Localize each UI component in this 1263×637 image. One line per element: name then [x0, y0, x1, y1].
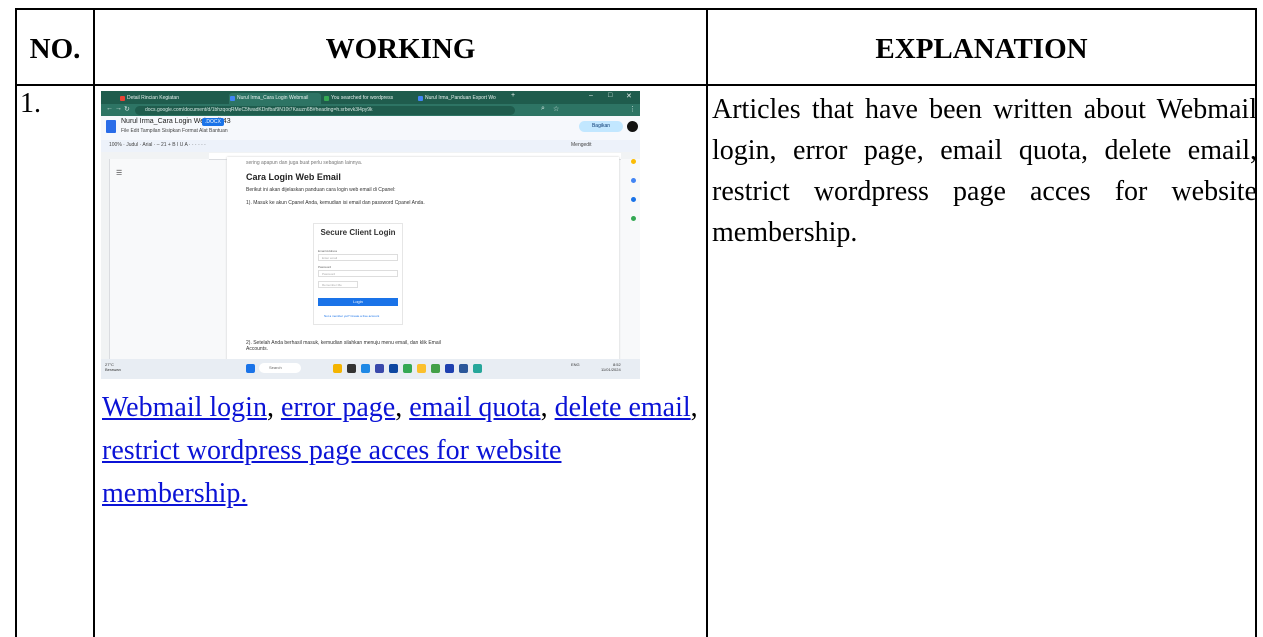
login-card-title: Secure Client Login: [320, 228, 396, 237]
weather-widget[interactable]: 27°C Berawan: [105, 362, 121, 372]
remember-me-checkbox: Remember Me: [318, 281, 358, 288]
star-icon[interactable]: ☆: [553, 105, 559, 113]
doc-paragraph: 2). Setelah Anda berhasil masuk, kemudia…: [246, 340, 441, 352]
link-delete-email[interactable]: delete email: [555, 392, 691, 423]
topic-links: Webmail login, error page, email quota, …: [102, 386, 702, 515]
keep-icon[interactable]: [630, 159, 636, 164]
close-icon[interactable]: ✕: [626, 92, 632, 100]
vertical-ruler: [101, 159, 110, 359]
windows-start-icon[interactable]: [246, 364, 255, 373]
url-field[interactable]: docs.google.com/document/d/1bhzqoqRMeC5f…: [135, 106, 515, 115]
table-header-divider: [15, 84, 1257, 86]
minimize-icon[interactable]: –: [589, 92, 593, 99]
header-no: NO.: [29, 33, 81, 65]
login-password-label: Password: [318, 265, 332, 269]
avatar[interactable]: [627, 121, 638, 132]
embedded-screenshot: Detail Rincian Kegiatan Nurul Irma_Cara …: [101, 91, 640, 379]
link-separator: ,: [540, 392, 555, 423]
link-restrict-wordpress[interactable]: restrict wordpress page acces for websit…: [102, 435, 561, 509]
explanation-text: Articles that have been written about We…: [712, 94, 1257, 248]
windows-taskbar: [101, 359, 640, 379]
chrome-icon[interactable]: [473, 364, 482, 373]
doc-heading: Cara Login Web Email: [246, 172, 341, 182]
tasks-icon[interactable]: [630, 178, 636, 183]
browser-tab[interactable]: You searched for wordpress: [323, 93, 415, 104]
app-icon[interactable]: [445, 364, 454, 373]
link-email-quota[interactable]: email quota: [409, 392, 540, 423]
create-account-link: Not a member yet? Create a free account: [324, 314, 380, 318]
doc-paragraph: Berikut ini akan dijelaskan panduan cara…: [246, 187, 396, 193]
app-icon[interactable]: [375, 364, 384, 373]
link-separator: ,: [266, 392, 281, 423]
tab-favicon-icon: [230, 96, 235, 101]
docs-menu-bar[interactable]: File Edit Tampilan Sisipkan Format Alat …: [121, 128, 228, 134]
clock-date: 11/01/2024: [601, 367, 621, 372]
docx-badge: .DOCX: [202, 118, 224, 126]
outline-icon[interactable]: ☰: [116, 169, 122, 177]
menu-icon[interactable]: ⋮: [629, 105, 636, 113]
link-error-page[interactable]: error page: [281, 392, 395, 423]
reload-icon[interactable]: ↻: [124, 105, 130, 113]
tab-label: You searched for wordpress: [331, 95, 394, 101]
browser-tab[interactable]: Nurul Irma_Panduan Export Wo: [417, 93, 509, 104]
taskview-icon[interactable]: [347, 364, 356, 373]
language-indicator[interactable]: ENG: [571, 362, 580, 367]
taskbar-clock[interactable]: 8:52 11/01/2024: [601, 362, 621, 372]
new-tab-icon[interactable]: +: [511, 92, 515, 99]
table-border-col1: [93, 8, 95, 637]
tab-label: Nurul Irma_Cara Login Webmail: [237, 95, 309, 101]
chrome-icon[interactable]: [403, 364, 412, 373]
back-icon[interactable]: ←: [106, 105, 113, 112]
contacts-icon[interactable]: [630, 197, 636, 202]
maps-icon[interactable]: [630, 216, 636, 221]
login-button: Login: [318, 298, 398, 306]
table-border-top: [15, 8, 1257, 10]
row-number: 1.: [20, 88, 41, 119]
table-border-left: [15, 8, 17, 637]
browser-tab[interactable]: Detail Rincian Kegiatan: [119, 93, 227, 104]
tab-label: Detail Rincian Kegiatan: [127, 95, 179, 101]
login-password-field: Password: [318, 270, 398, 277]
widgets-icon[interactable]: [333, 364, 342, 373]
tab-favicon-icon: [120, 96, 125, 101]
data-table: NO. WORKING EXPLANATION 1. Detail Rincia…: [0, 0, 1263, 637]
login-email-field: Enter email: [318, 254, 398, 261]
login-card-image: Secure Client Login Email Address Enter …: [313, 223, 403, 325]
login-email-label: Email Address: [318, 249, 338, 253]
search-icon[interactable]: ⌕: [541, 105, 545, 113]
taskbar-search[interactable]: Search: [259, 363, 301, 373]
tab-favicon-icon: [324, 96, 329, 101]
tab-favicon-icon: [418, 96, 423, 101]
editing-mode-dropdown[interactable]: Mengedit: [571, 142, 592, 148]
store-icon[interactable]: [389, 364, 398, 373]
doc-faded-line: sering apapun dan juga buat perlu sebagi…: [246, 160, 363, 166]
tab-label: Nurul Irma_Panduan Export Wo: [425, 95, 496, 101]
side-panel: [627, 145, 639, 359]
toolbar-controls[interactable]: 100% · Judul · Arial · – 21 + B I U A · …: [109, 142, 206, 148]
link-separator: ,: [395, 392, 410, 423]
share-button[interactable]: Bagikan: [579, 121, 623, 132]
browser-tab-active[interactable]: Nurul Irma_Cara Login Webmail: [229, 93, 321, 104]
forward-icon[interactable]: →: [115, 105, 122, 112]
header-working: WORKING: [325, 33, 476, 65]
link-webmail-login[interactable]: Webmail login: [102, 392, 267, 423]
table-border-col2: [706, 8, 708, 637]
chrome-profile-icon[interactable]: [431, 364, 440, 373]
weather-desc: Berawan: [105, 367, 121, 372]
edge-icon[interactable]: [361, 364, 370, 373]
header-explanation: EXPLANATION: [875, 33, 1088, 65]
docs-logo-icon[interactable]: [106, 120, 116, 133]
word-icon[interactable]: [459, 364, 468, 373]
doc-paragraph: 1). Masuk ke akun Cpanel Anda, kemudian …: [246, 200, 425, 206]
file-explorer-icon[interactable]: [417, 364, 426, 373]
link-separator: ,: [690, 392, 698, 423]
maximize-icon[interactable]: □: [608, 92, 612, 99]
